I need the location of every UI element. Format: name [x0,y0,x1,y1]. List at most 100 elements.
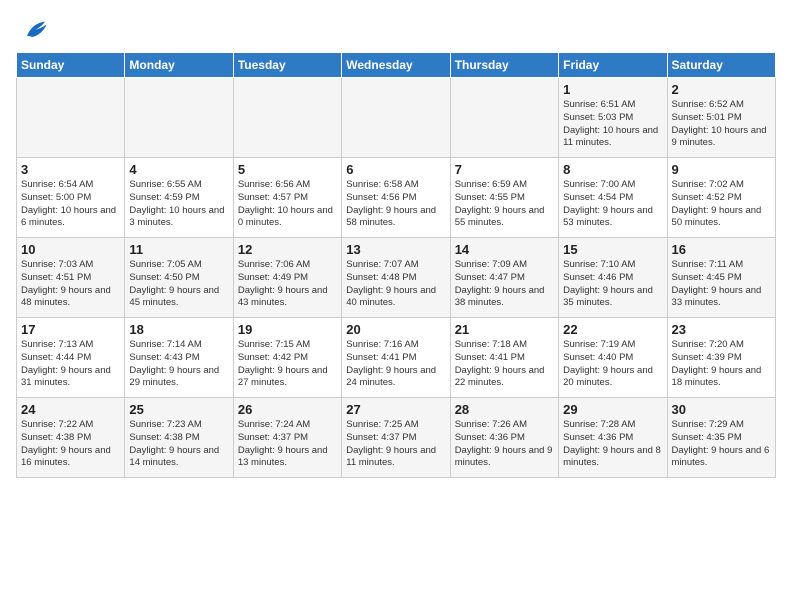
calendar-cell: 2 Sunrise: 6:52 AM Sunset: 5:01 PM Daylig… [667,78,775,158]
calendar-cell: 19 Sunrise: 7:15 AM Sunset: 4:42 PM Dayli… [233,318,341,398]
day-info: Sunrise: 7:20 AM Sunset: 4:39 PM Dayligh… [672,339,771,390]
day-number: 3 [21,162,120,177]
day-number: 12 [238,242,337,257]
day-info: Sunrise: 7:18 AM Sunset: 4:41 PM Dayligh… [455,339,554,390]
calendar-cell: 18 Sunrise: 7:14 AM Sunset: 4:43 PM Dayli… [125,318,233,398]
logo [16,16,48,44]
calendar-cell: 11Sunrise: 7:05 AM Sunset: 4:50 PM Dayli… [125,238,233,318]
day-info: Sunrise: 7:14 AM Sunset: 4:43 PM Dayligh… [129,339,228,390]
day-info: Sunrise: 7:02 AM Sunset: 4:52 PM Dayligh… [672,179,771,230]
calendar-cell: 23 Sunrise: 7:20 AM Sunset: 4:39 PM Dayli… [667,318,775,398]
day-info: Sunrise: 7:26 AM Sunset: 4:36 PM Dayligh… [455,419,554,470]
calendar-cell: 16Sunrise: 7:11 AM Sunset: 4:45 PM Dayli… [667,238,775,318]
calendar-week-4: 17 Sunrise: 7:13 AM Sunset: 4:44 PM Dayli… [17,318,776,398]
calendar-week-3: 10 Sunrise: 7:03 AM Sunset: 4:51 PM Dayli… [17,238,776,318]
day-number: 2 [672,82,771,97]
day-info: Sunrise: 7:03 AM Sunset: 4:51 PM Dayligh… [21,259,120,310]
day-number: 14 [455,242,554,257]
day-number: 28 [455,402,554,417]
day-info: Sunrise: 7:16 AM Sunset: 4:41 PM Dayligh… [346,339,445,390]
day-number: 25 [129,402,228,417]
day-info: Sunrise: 7:07 AM Sunset: 4:48 PM Dayligh… [346,259,445,310]
calendar-table: SundayMondayTuesdayWednesdayThursdayFrid… [16,52,776,478]
day-info: Sunrise: 7:29 AM Sunset: 4:35 PM Dayligh… [672,419,771,470]
day-number: 27 [346,402,445,417]
day-number: 9 [672,162,771,177]
day-number: 29 [563,402,662,417]
day-number: 5 [238,162,337,177]
calendar-cell: 5 Sunrise: 6:56 AM Sunset: 4:57 PM Daylig… [233,158,341,238]
calendar-cell: 30 Sunrise: 7:29 AM Sunset: 4:35 PM Dayli… [667,398,775,478]
weekday-header-saturday: Saturday [667,53,775,78]
day-number: 19 [238,322,337,337]
weekday-header-thursday: Thursday [450,53,558,78]
day-info: Sunrise: 7:09 AM Sunset: 4:47 PM Dayligh… [455,259,554,310]
calendar-cell: 29 Sunrise: 7:28 AM Sunset: 4:36 PM Dayli… [559,398,667,478]
day-info: Sunrise: 7:23 AM Sunset: 4:38 PM Dayligh… [129,419,228,470]
calendar-cell: 3Sunrise: 6:54 AM Sunset: 5:00 PM Daylig… [17,158,125,238]
day-info: Sunrise: 7:24 AM Sunset: 4:37 PM Dayligh… [238,419,337,470]
calendar-cell: 8 Sunrise: 7:00 AM Sunset: 4:54 PM Daylig… [559,158,667,238]
logo-bird-icon [20,16,48,44]
calendar-cell: 27 Sunrise: 7:25 AM Sunset: 4:37 PM Dayli… [342,398,450,478]
day-info: Sunrise: 7:00 AM Sunset: 4:54 PM Dayligh… [563,179,662,230]
day-info: Sunrise: 7:10 AM Sunset: 4:46 PM Dayligh… [563,259,662,310]
day-info: Sunrise: 6:55 AM Sunset: 4:59 PM Dayligh… [129,179,228,230]
calendar-cell: 10 Sunrise: 7:03 AM Sunset: 4:51 PM Dayli… [17,238,125,318]
calendar-cell [125,78,233,158]
calendar-cell: 1Sunrise: 6:51 AM Sunset: 5:03 PM Daylig… [559,78,667,158]
calendar-cell: 25 Sunrise: 7:23 AM Sunset: 4:38 PM Dayli… [125,398,233,478]
day-info: Sunrise: 7:22 AM Sunset: 4:38 PM Dayligh… [21,419,120,470]
calendar-cell [17,78,125,158]
calendar-cell: 22 Sunrise: 7:19 AM Sunset: 4:40 PM Dayli… [559,318,667,398]
calendar-cell [450,78,558,158]
calendar-cell: 13 Sunrise: 7:07 AM Sunset: 4:48 PM Dayli… [342,238,450,318]
day-info: Sunrise: 6:56 AM Sunset: 4:57 PM Dayligh… [238,179,337,230]
day-info: Sunrise: 7:25 AM Sunset: 4:37 PM Dayligh… [346,419,445,470]
day-number: 16 [672,242,771,257]
calendar-cell: 14 Sunrise: 7:09 AM Sunset: 4:47 PM Dayli… [450,238,558,318]
calendar-cell: 9 Sunrise: 7:02 AM Sunset: 4:52 PM Daylig… [667,158,775,238]
calendar-week-2: 3Sunrise: 6:54 AM Sunset: 5:00 PM Daylig… [17,158,776,238]
day-number: 26 [238,402,337,417]
calendar-cell: 4 Sunrise: 6:55 AM Sunset: 4:59 PM Daylig… [125,158,233,238]
day-info: Sunrise: 7:19 AM Sunset: 4:40 PM Dayligh… [563,339,662,390]
day-number: 15 [563,242,662,257]
calendar-week-1: 1Sunrise: 6:51 AM Sunset: 5:03 PM Daylig… [17,78,776,158]
calendar-cell: 7 Sunrise: 6:59 AM Sunset: 4:55 PM Daylig… [450,158,558,238]
day-number: 4 [129,162,228,177]
day-number: 13 [346,242,445,257]
calendar-cell: 28 Sunrise: 7:26 AM Sunset: 4:36 PM Dayli… [450,398,558,478]
calendar-cell: 6 Sunrise: 6:58 AM Sunset: 4:56 PM Daylig… [342,158,450,238]
weekday-header-sunday: Sunday [17,53,125,78]
weekday-header-wednesday: Wednesday [342,53,450,78]
day-number: 23 [672,322,771,337]
weekday-header-friday: Friday [559,53,667,78]
day-number: 7 [455,162,554,177]
day-number: 8 [563,162,662,177]
weekday-header-row: SundayMondayTuesdayWednesdayThursdayFrid… [17,53,776,78]
day-number: 30 [672,402,771,417]
calendar-cell: 12 Sunrise: 7:06 AM Sunset: 4:49 PM Dayli… [233,238,341,318]
day-number: 22 [563,322,662,337]
day-number: 11 [129,242,228,257]
day-info: Sunrise: 6:52 AM Sunset: 5:01 PM Dayligh… [672,99,771,150]
page-header [16,16,776,44]
day-info: Sunrise: 7:28 AM Sunset: 4:36 PM Dayligh… [563,419,662,470]
day-info: Sunrise: 7:13 AM Sunset: 4:44 PM Dayligh… [21,339,120,390]
calendar-week-5: 24Sunrise: 7:22 AM Sunset: 4:38 PM Dayli… [17,398,776,478]
day-info: Sunrise: 7:15 AM Sunset: 4:42 PM Dayligh… [238,339,337,390]
day-number: 18 [129,322,228,337]
day-number: 20 [346,322,445,337]
calendar-cell: 20 Sunrise: 7:16 AM Sunset: 4:41 PM Dayli… [342,318,450,398]
day-info: Sunrise: 6:59 AM Sunset: 4:55 PM Dayligh… [455,179,554,230]
day-number: 10 [21,242,120,257]
weekday-header-tuesday: Tuesday [233,53,341,78]
day-number: 17 [21,322,120,337]
day-info: Sunrise: 7:06 AM Sunset: 4:49 PM Dayligh… [238,259,337,310]
calendar-cell: 17 Sunrise: 7:13 AM Sunset: 4:44 PM Dayli… [17,318,125,398]
day-number: 21 [455,322,554,337]
day-info: Sunrise: 6:58 AM Sunset: 4:56 PM Dayligh… [346,179,445,230]
weekday-header-monday: Monday [125,53,233,78]
day-number: 6 [346,162,445,177]
